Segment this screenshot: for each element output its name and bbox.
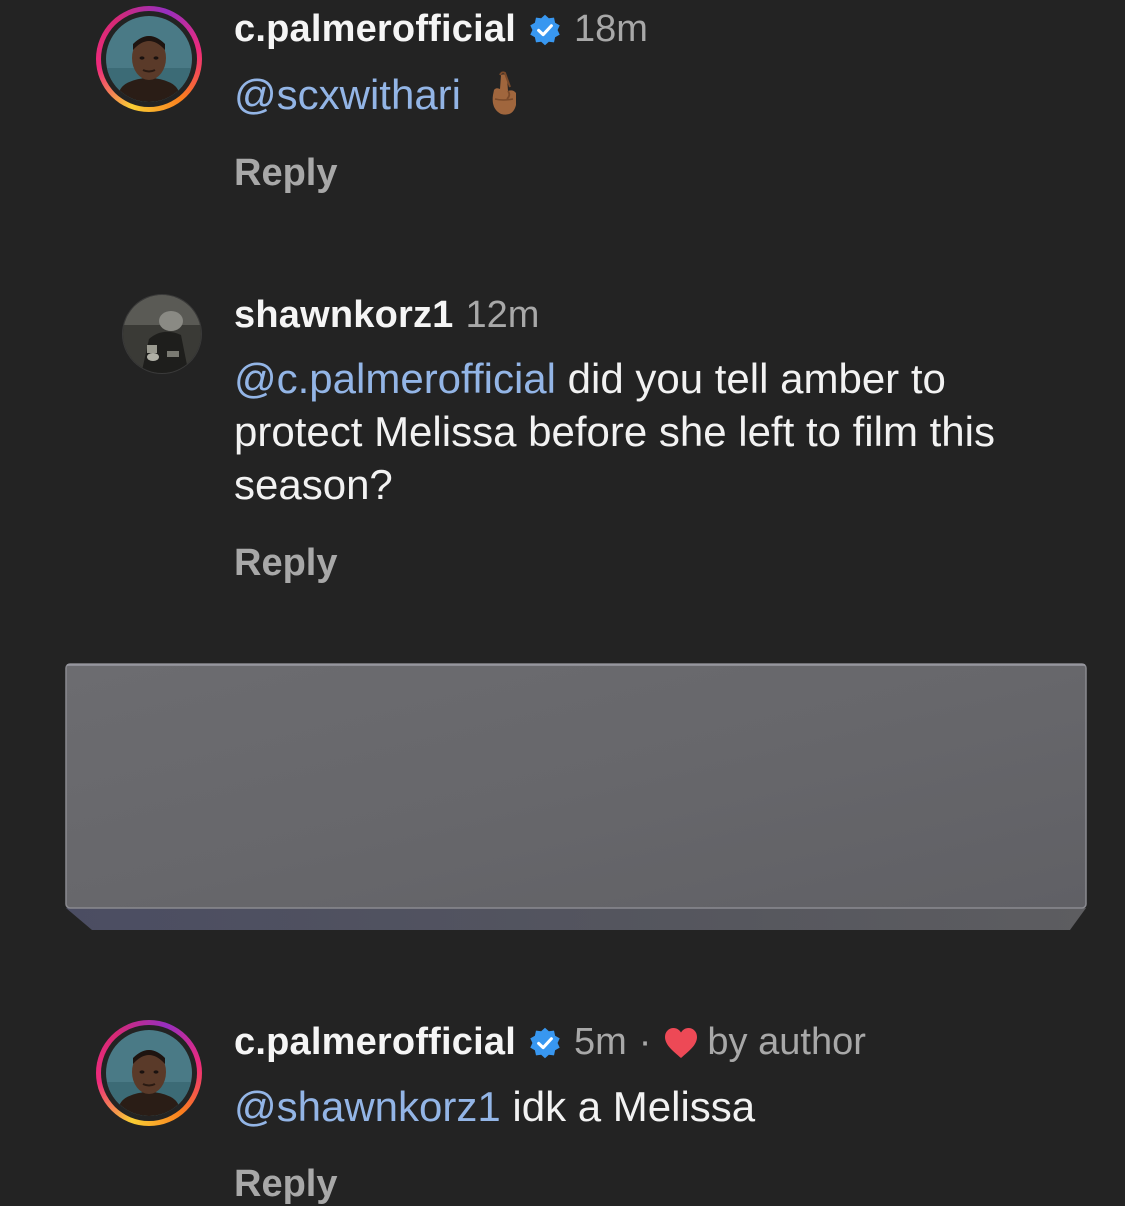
crossed-fingers-emoji xyxy=(492,71,517,115)
profile-photo-icon xyxy=(123,295,201,373)
heart-icon xyxy=(665,1027,698,1058)
avatar-image xyxy=(106,1030,192,1116)
timestamp: 12m xyxy=(465,294,540,336)
story-ring xyxy=(96,1020,202,1126)
verified-badge-icon xyxy=(530,1027,560,1058)
comment-header: c.palmerofficial 5m · by author xyxy=(234,1021,866,1064)
username[interactable]: shawnkorz1 xyxy=(234,294,454,337)
mention-link[interactable]: @scxwithari xyxy=(234,71,461,118)
story-ring xyxy=(96,6,202,112)
comment-text-line: @c.palmerofficial did you tell amber to xyxy=(234,352,995,405)
avatar-c-palmerofficial[interactable] xyxy=(96,1020,202,1126)
mention-link[interactable]: @shawnkorz1 xyxy=(234,1083,501,1130)
comment-header: c.palmerofficial 18m xyxy=(234,8,648,51)
profile-photo-icon xyxy=(106,16,192,102)
comment-text-line: protect Melissa before she left to film … xyxy=(234,408,995,455)
timestamp: 18m xyxy=(573,8,648,50)
liked-by-author-label: by author xyxy=(707,1021,866,1063)
profile-photo-icon xyxy=(106,1030,192,1116)
username[interactable]: c.palmerofficial xyxy=(234,1021,516,1064)
reply-button[interactable]: Reply xyxy=(234,152,337,195)
reply-button[interactable]: Reply xyxy=(234,542,337,585)
comment-text-fragment: idk a Melissa xyxy=(500,1083,756,1130)
mention-link[interactable]: @c.palmerofficial xyxy=(234,355,556,402)
avatar-image xyxy=(106,16,192,102)
timestamp: 5m xyxy=(573,1021,627,1063)
verified-badge-icon xyxy=(530,14,560,45)
avatar-shawnkorz1[interactable] xyxy=(122,294,202,374)
comment-text: @shawnkorz1 idk a Melissa xyxy=(234,1080,755,1133)
separator-dot: · xyxy=(638,1021,652,1063)
username[interactable]: c.palmerofficial xyxy=(234,8,516,51)
comment-text-fragment: did you tell amber to xyxy=(555,355,946,402)
comment-text-line: season? xyxy=(234,461,393,508)
comment-text: @scxwithari xyxy=(234,68,523,121)
comment-text: @c.palmerofficial did you tell amber to … xyxy=(234,352,995,511)
avatar-image xyxy=(122,294,202,374)
redaction-block xyxy=(65,663,1087,930)
reply-button[interactable]: Reply xyxy=(234,1163,337,1206)
avatar-c-palmerofficial[interactable] xyxy=(96,6,202,112)
comment-header: shawnkorz1 12m xyxy=(234,294,539,337)
